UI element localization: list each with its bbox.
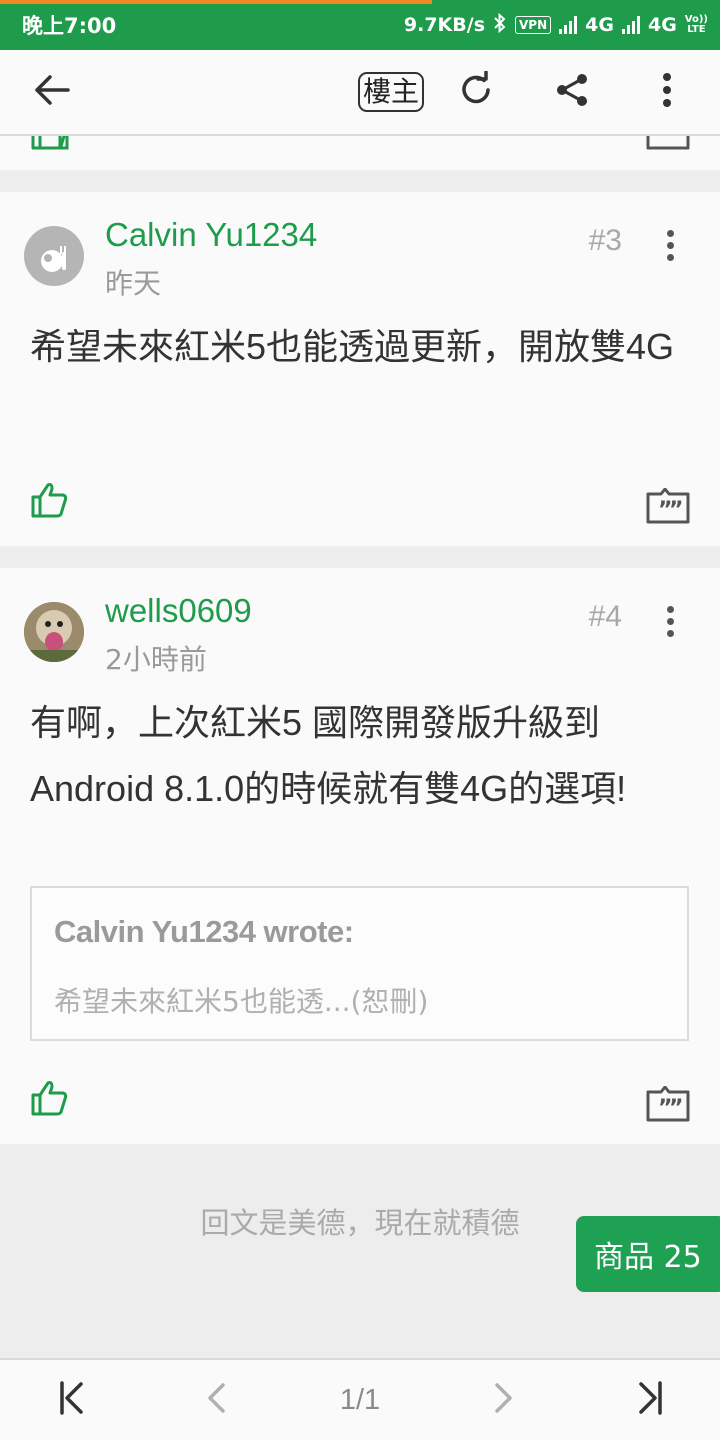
volte-icon: Vo)) LTE (685, 15, 708, 35)
last-page-icon (637, 1381, 663, 1419)
default-avatar-icon (41, 246, 66, 272)
user-photo-icon (24, 602, 84, 662)
net-speed: 9.7KB/s (403, 14, 486, 36)
post-floor: #3 (588, 224, 622, 257)
quote-reply-icon[interactable]: ”” (646, 1085, 690, 1126)
back-button[interactable] (22, 50, 82, 134)
page-indicator[interactable]: 1/1 (310, 1360, 410, 1440)
post-time: 2小時前 (105, 643, 207, 676)
products-button[interactable]: 商品 25 (576, 1216, 720, 1292)
post-body: 有啊，上次紅米5 國際開發版升級到Android 8.1.0的時候就有雙4G的選… (30, 702, 627, 809)
quoted-reply[interactable]: Calvin Yu1234 wrote: 希望未來紅米5也能透...(恕刪) (30, 886, 689, 1041)
quote-text: 希望未來紅米5也能透...(恕刪) (54, 985, 429, 1018)
bluetooth-icon (493, 12, 507, 38)
page-load-progress (0, 0, 432, 4)
pagination-bar: 1/1 (0, 1358, 720, 1440)
post-card: wells0609 2小時前 #4 有啊，上次紅米5 國際開發版升級到Andro… (0, 568, 720, 1144)
signal-icon (621, 16, 640, 34)
avatar[interactable] (24, 226, 84, 286)
first-page-icon (59, 1381, 85, 1419)
poster-only-label: 樓主 (357, 72, 424, 112)
screen: 晚上7:00 9.7KB/s VPN 4G 4G Vo)) LTE 樓主 Cal… (0, 0, 720, 1440)
refresh-icon (457, 70, 495, 113)
sim2-network: 4G (647, 14, 677, 36)
next-page-button[interactable] (474, 1360, 534, 1440)
vpn-badge: VPN (515, 16, 552, 34)
last-page-button[interactable] (618, 1360, 682, 1440)
svg-text:”: ” (669, 498, 683, 523)
share-icon (555, 73, 589, 111)
signal-icon (559, 16, 578, 34)
first-page-button[interactable] (40, 1360, 104, 1440)
like-icon[interactable] (30, 1080, 70, 1120)
like-icon[interactable] (30, 136, 70, 154)
refresh-button[interactable] (448, 50, 504, 134)
post-author[interactable]: Calvin Yu1234 (105, 216, 317, 254)
volte-bottom: LTE (687, 24, 706, 35)
status-time: 晚上7:00 (22, 14, 117, 38)
quote-reply-icon[interactable] (646, 136, 690, 154)
sim1-network: 4G (585, 14, 614, 36)
post-author[interactable]: wells0609 (105, 592, 252, 630)
previous-post-remnant (0, 136, 720, 170)
quote-reply-icon[interactable]: ”” (646, 487, 690, 528)
status-indicators: 9.7KB/s VPN 4G 4G Vo)) LTE (403, 12, 708, 38)
avatar[interactable] (24, 602, 84, 662)
prev-page-button[interactable] (186, 1360, 246, 1440)
post-time: 昨天 (105, 267, 162, 300)
page-number: 1/1 (339, 1383, 381, 1416)
post-card: Calvin Yu1234 昨天 #3 希望未來紅米5也能透過更新，開放雙4G … (0, 192, 720, 546)
svg-text:”: ” (669, 1096, 683, 1121)
post-floor: #4 (588, 600, 622, 633)
more-vertical-icon[interactable] (662, 230, 678, 261)
post-body: 希望未來紅米5也能透過更新，開放雙4G (30, 326, 675, 367)
poster-only-button[interactable]: 樓主 (352, 50, 430, 134)
share-button[interactable] (544, 50, 600, 134)
more-vertical-icon[interactable] (662, 606, 678, 637)
toolbar: 樓主 (0, 50, 720, 136)
status-bar: 晚上7:00 9.7KB/s VPN 4G 4G Vo)) LTE (0, 0, 720, 50)
like-icon[interactable] (30, 482, 70, 522)
prev-page-icon (206, 1382, 226, 1418)
next-page-icon (494, 1382, 514, 1418)
more-vertical-icon (662, 73, 672, 111)
overflow-menu-button[interactable] (644, 50, 690, 134)
quote-author-line: Calvin Yu1234 wrote: (54, 914, 354, 949)
arrow-left-icon (34, 74, 70, 110)
